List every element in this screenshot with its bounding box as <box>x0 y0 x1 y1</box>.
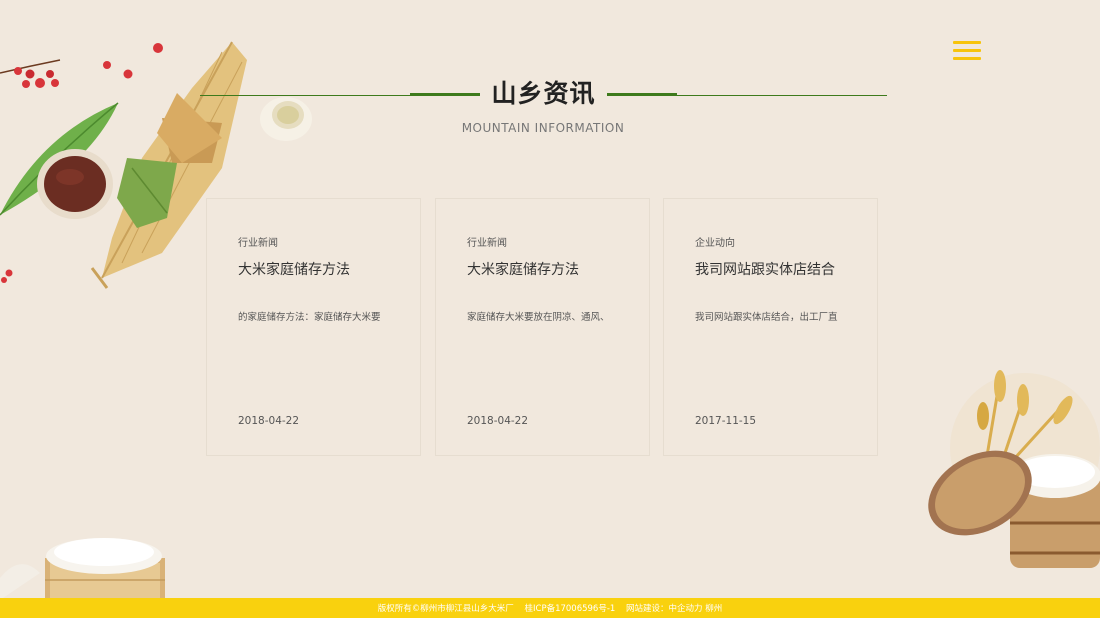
footer-icp-link[interactable]: 桂ICP备17006596号-1 <box>525 604 616 614</box>
news-date: 2017-11-15 <box>695 415 757 427</box>
section-subtitle: MOUNTAIN INFORMATION <box>461 121 625 135</box>
news-summary: 的家庭储存方法：家庭储存大米要 <box>238 312 381 323</box>
news-category: 行业新闻 <box>467 238 507 249</box>
footer-copyright: 版权所有©柳州市柳江县山乡大米厂 <box>377 604 514 614</box>
news-title[interactable]: 我司网站跟实体店结合 <box>695 259 835 279</box>
footer: 版权所有©柳州市柳江县山乡大米厂 桂ICP备17006596号-1 网站建设：中… <box>0 598 1100 618</box>
wheat-rice-bucket-decoration <box>928 370 1100 568</box>
news-summary: 我司网站跟实体店结合，出工厂直 <box>695 312 838 323</box>
berries-decoration-small <box>1 269 13 283</box>
rice-box-decoration <box>0 538 165 600</box>
news-card[interactable]: 行业新闻 大米家庭储存方法 的家庭储存方法：家庭储存大米要 2018-04-22 <box>206 198 421 456</box>
footer-builder-link[interactable]: 网站建设：中企动力 柳州 <box>626 604 722 614</box>
section-title: 山乡资讯 <box>491 79 596 108</box>
news-card[interactable]: 行业新闻 大米家庭储存方法 家庭储存大米要放在阴凉、通风、 2018-04-22 <box>435 198 650 456</box>
news-category: 企业动向 <box>695 238 735 249</box>
hamburger-menu-icon[interactable] <box>953 41 981 61</box>
news-date: 2018-04-22 <box>238 415 300 427</box>
news-summary: 家庭储存大米要放在阴凉、通风、 <box>467 312 610 323</box>
news-card[interactable]: 企业动向 我司网站跟实体店结合 我司网站跟实体店结合，出工厂直 2017-11-… <box>663 198 878 456</box>
title-divider-accent-right <box>607 93 677 96</box>
news-category: 行业新闻 <box>238 238 278 249</box>
title-divider-accent-left <box>410 93 480 96</box>
news-date: 2018-04-22 <box>467 415 529 427</box>
news-title[interactable]: 大米家庭储存方法 <box>238 259 350 279</box>
tea-cup-decoration <box>260 97 312 141</box>
news-title[interactable]: 大米家庭储存方法 <box>467 259 579 279</box>
